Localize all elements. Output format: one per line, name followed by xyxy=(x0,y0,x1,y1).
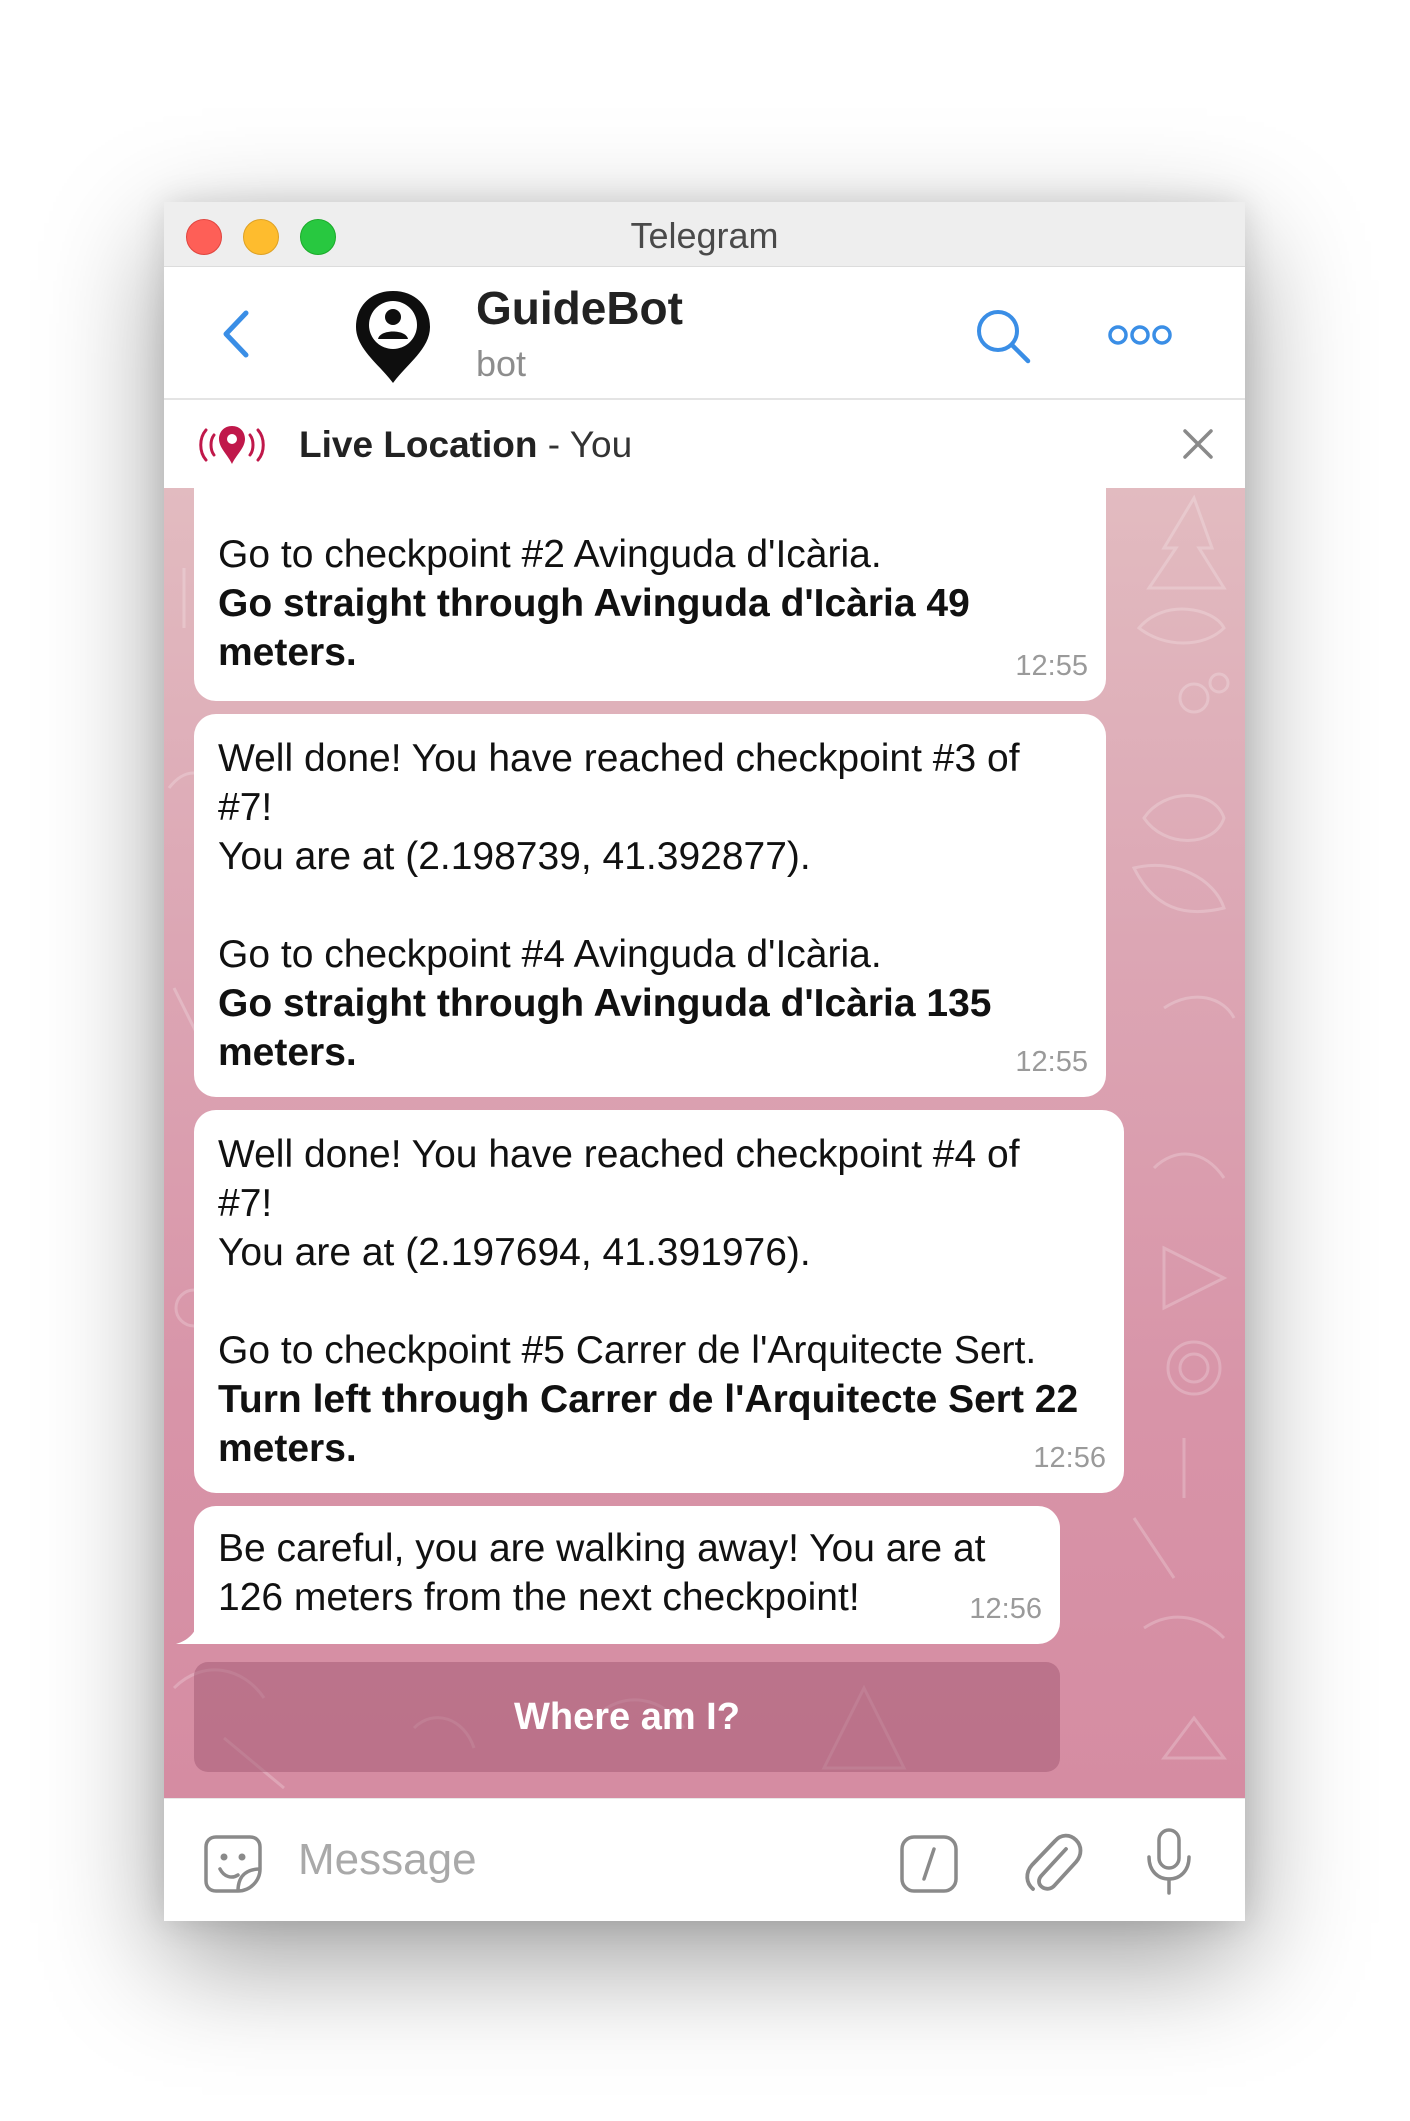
more-button[interactable] xyxy=(1108,319,1172,351)
slash-command-icon xyxy=(900,1835,958,1893)
location-pin-person-icon xyxy=(356,291,430,383)
message-bold-line: meters. xyxy=(218,631,357,674)
chat-messages-area[interactable]: Go to checkpoint #2 Avinguda d'Icària. G… xyxy=(164,488,1245,1798)
bot-commands-button[interactable] xyxy=(898,1833,960,1895)
close-icon xyxy=(1183,429,1213,459)
message-text-line: 126 meters from the next checkpoint! xyxy=(218,1576,860,1619)
live-location-close-button[interactable] xyxy=(1180,426,1216,462)
sticker-button[interactable] xyxy=(202,1833,264,1895)
live-location-icon xyxy=(199,426,265,464)
live-location-bar[interactable]: Live Location - You xyxy=(164,400,1245,488)
chat-subtitle: bot xyxy=(476,343,527,384)
message-text-line: #7! xyxy=(218,786,273,829)
back-button[interactable] xyxy=(212,307,262,361)
chat-title: GuideBot xyxy=(476,282,683,334)
more-dots-icon xyxy=(1108,325,1172,345)
where-am-i-button[interactable]: Where am I? xyxy=(194,1662,1060,1772)
microphone-icon xyxy=(1147,1828,1191,1895)
message-text-line: Well done! You have reached checkpoint #… xyxy=(218,737,1020,780)
message-composer xyxy=(164,1798,1245,1921)
message-bubble[interactable]: Well done! You have reached checkpoint #… xyxy=(194,714,1106,1097)
message-text-line: Be careful, you are walking away! You ar… xyxy=(218,1527,986,1570)
live-location-who: You xyxy=(569,424,633,465)
message-paragraph-gap xyxy=(218,1277,1100,1326)
chat-header: GuideBot bot xyxy=(164,267,1245,400)
message-bold-line: meters. xyxy=(218,1427,357,1470)
bot-avatar[interactable] xyxy=(348,287,438,385)
message-text-line: You are at (2.198739, 41.392877). xyxy=(218,835,811,878)
message-paragraph-gap xyxy=(218,881,1082,930)
title-bar: Telegram xyxy=(164,202,1245,267)
live-location-separator: - xyxy=(537,424,570,465)
message-time: 12:55 xyxy=(1015,650,1088,682)
message-bubble[interactable]: Well done! You have reached checkpoint #… xyxy=(194,1110,1124,1493)
message-text-line: Well done! You have reached checkpoint #… xyxy=(218,1133,1020,1176)
live-location-label: Live Location - You xyxy=(299,424,632,466)
message-time: 12:56 xyxy=(969,1593,1042,1625)
message-text-line: Go to checkpoint #5 Carrer de l'Arquitec… xyxy=(218,1329,1037,1372)
message-text-line: #7! xyxy=(218,1182,273,1225)
message-time: 12:56 xyxy=(1033,1442,1106,1474)
telegram-window: Telegram GuideBot bot Live Location - Yo… xyxy=(164,202,1245,1921)
message-text-line: Go to checkpoint #4 Avinguda d'Icària. xyxy=(218,933,882,976)
paperclip-icon xyxy=(1025,1833,1083,1891)
message-bold-line: Turn left through Carrer de l'Arquitecte… xyxy=(218,1378,1079,1421)
message-text-line: Go to checkpoint #2 Avinguda d'Icària. xyxy=(218,533,882,576)
message-bold-line: Go straight through Avinguda d'Icària 13… xyxy=(218,982,992,1025)
window-title: Telegram xyxy=(630,215,779,256)
search-icon xyxy=(977,310,1031,364)
message-text-line: You are at (2.197694, 41.391976). xyxy=(218,1231,811,1274)
chevron-left-icon xyxy=(223,310,249,358)
message-bold-line: meters. xyxy=(218,1031,357,1074)
message-bubble[interactable]: Be careful, you are walking away! You ar… xyxy=(194,1506,1060,1644)
message-bold-line: Go straight through Avinguda d'Icària 49 xyxy=(218,582,970,625)
search-button[interactable] xyxy=(972,305,1034,367)
live-location-title: Live Location xyxy=(299,424,538,465)
voice-message-button[interactable] xyxy=(1144,1827,1194,1897)
message-bubble[interactable]: Go to checkpoint #2 Avinguda d'Icària. G… xyxy=(194,488,1106,701)
message-time: 12:55 xyxy=(1015,1046,1088,1078)
message-input[interactable] xyxy=(298,1827,748,1893)
attach-button[interactable] xyxy=(1022,1829,1084,1895)
sticker-icon xyxy=(204,1835,262,1893)
